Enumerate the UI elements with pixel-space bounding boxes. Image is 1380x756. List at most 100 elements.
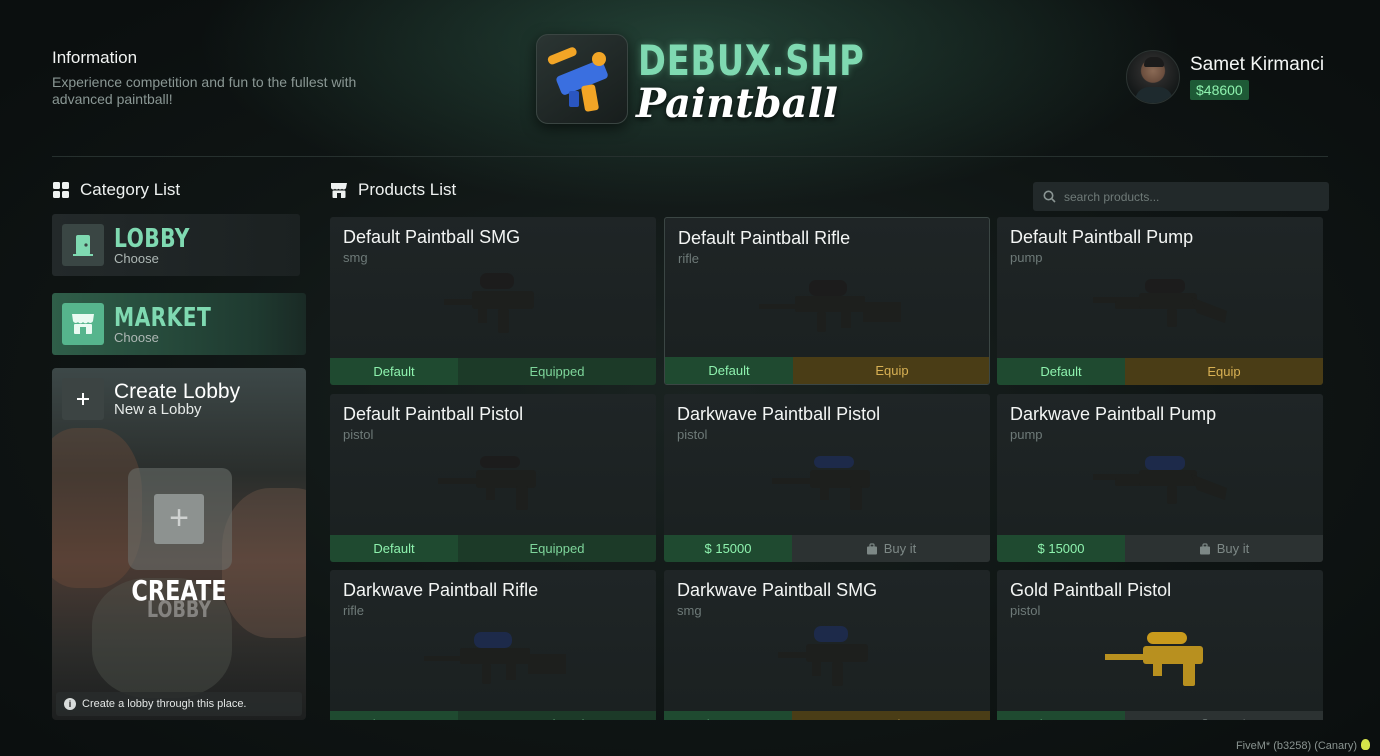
user-balance: $48600 [1190,80,1249,100]
product-card[interactable]: Default Paintball Pump pump Default Equip [997,217,1323,385]
product-action-label: Equipped [529,541,585,556]
product-actions: Default Equip [665,357,989,384]
product-action-button[interactable]: Buy it [1125,711,1323,720]
search-input[interactable] [1064,189,1304,204]
bag-icon [866,542,877,554]
build-info: FiveM* (b3258) (Canary) [1236,739,1370,752]
information-description: Experience competition and fun to the fu… [52,74,357,107]
product-card[interactable]: Gold Paintball Pistol pistol $ 30000 Buy it [997,570,1323,720]
product-actions: Default Equip [997,358,1323,385]
product-price: Default [330,358,458,385]
product-type: smg [343,250,368,265]
create-lobby-big-text-2: LOBBY [146,598,212,623]
store-icon [331,183,347,198]
product-price: $ 15000 [664,711,792,720]
product-type: pump [1010,427,1043,442]
product-action-button[interactable]: Equipped [458,711,656,720]
weapon-image [772,456,870,510]
user-name: Samet Kirmanci [1190,54,1325,75]
product-actions: Default Equipped [330,535,656,562]
bag-icon [1199,542,1210,554]
create-lobby-button[interactable]: + [128,468,232,570]
products-grid: Default Paintball SMG smg Default Equipped D… [330,217,1324,720]
category-market[interactable]: MARKET Choose [52,293,306,355]
plus-icon [62,378,104,420]
search-bar[interactable] [1033,182,1329,211]
product-name: Default Paintball Pump [1010,227,1194,247]
search-icon [1043,190,1056,203]
product-action-button[interactable]: Buy it [1125,535,1323,562]
product-name: Gold Paintball Pistol [1010,580,1172,600]
product-type: pump [1010,250,1043,265]
create-lobby-subtitle: New a Lobby [114,400,202,418]
product-action-label: Equip [1207,364,1241,379]
product-card[interactable]: Darkwave Paintball SMG smg $ 15000 Equip [664,570,990,720]
product-action-label: Equip [875,363,909,378]
product-name: Default Paintball Rifle [678,228,851,248]
header-divider [52,156,1328,157]
product-name: Darkwave Paintball Pistol [677,404,881,424]
weapon-image [778,626,868,686]
store-icon [62,303,104,345]
product-action-button[interactable]: Equipped [458,358,656,385]
product-name: Darkwave Paintball Rifle [343,580,539,600]
grid-icon [53,182,69,198]
product-card[interactable]: Default Paintball Pistol pistol Default Equ… [330,394,656,562]
product-actions: $ 15000 Equipped [330,711,656,720]
product-action-button[interactable]: Equip [792,711,990,720]
logo-title: DEBUX.SHP [638,36,865,85]
product-price: $ 30000 [997,711,1125,720]
product-price: $ 15000 [330,711,458,720]
product-action-label: Buy it [1217,717,1250,720]
product-actions: $ 15000 Buy it [664,535,990,562]
product-action-button[interactable]: Equip [793,357,989,384]
product-action-label: Equipped [530,717,585,720]
product-actions: Default Equipped [330,358,656,385]
build-info-text: FiveM* (b3258) (Canary) [1235,740,1357,752]
fivem-icon [1361,739,1370,750]
product-action-label: Buy it [883,541,917,556]
door-icon [62,224,104,266]
product-price: Default [330,535,458,562]
product-name: Darkwave Paintball Pump [1010,404,1217,424]
category-lobby[interactable]: LOBBY Choose [52,214,300,276]
product-card[interactable]: Darkwave Paintball Pistol pistol $ 15000 Bu… [664,394,990,562]
product-action-button[interactable]: Buy it [792,535,990,562]
weapon-image [438,456,536,510]
product-actions: $ 30000 Buy it [997,711,1323,720]
information-panel: Information Experience competition and f… [52,48,412,108]
product-name: Darkwave Paintball SMG [677,580,878,600]
weapon-image [759,280,901,332]
paintball-gun-icon [536,34,628,124]
category-list-title: Category List [80,180,181,199]
product-type: rifle [343,603,364,618]
product-card[interactable]: Darkwave Paintball Rifle rifle $ 15000 Equi… [330,570,656,720]
create-lobby-title: Create Lobby [114,379,241,403]
product-card[interactable]: Default Paintball Rifle rifle Default Equip [664,217,990,385]
product-card[interactable]: Default Paintball SMG smg Default Equipped [330,217,656,385]
product-price: $ 15000 [997,535,1125,562]
category-list-heading: Category List [52,180,180,200]
product-action-button[interactable]: Equip [1125,358,1323,385]
user-profile: Samet Kirmanci $48600 [1126,50,1346,106]
product-action-label: Equip [874,717,907,720]
avatar [1126,50,1180,104]
weapon-image [1105,632,1203,686]
product-action-label: Buy it [1216,541,1250,556]
product-type: pistol [677,427,708,442]
product-price: Default [665,357,793,384]
product-action-label: Equipped [529,364,585,379]
create-lobby-hint-text: Create a lobby through this place. [82,698,247,710]
product-action-button[interactable]: Equipped [458,535,656,562]
plus-icon: + [154,494,204,544]
create-lobby-card[interactable]: Create Lobby New a Lobby + CREATE LOBBY … [52,368,306,720]
product-type: smg [677,603,702,618]
logo-subtitle: Paintball [636,80,838,127]
weapon-image [1093,456,1227,504]
product-price: Default [997,358,1125,385]
products-list-title: Products List [358,180,457,199]
weapon-image [1093,279,1227,327]
info-icon: i [64,698,76,710]
product-card[interactable]: Darkwave Paintball Pump pump $ 15000 Buy it [997,394,1323,562]
product-name: Default Paintball SMG [343,227,521,247]
